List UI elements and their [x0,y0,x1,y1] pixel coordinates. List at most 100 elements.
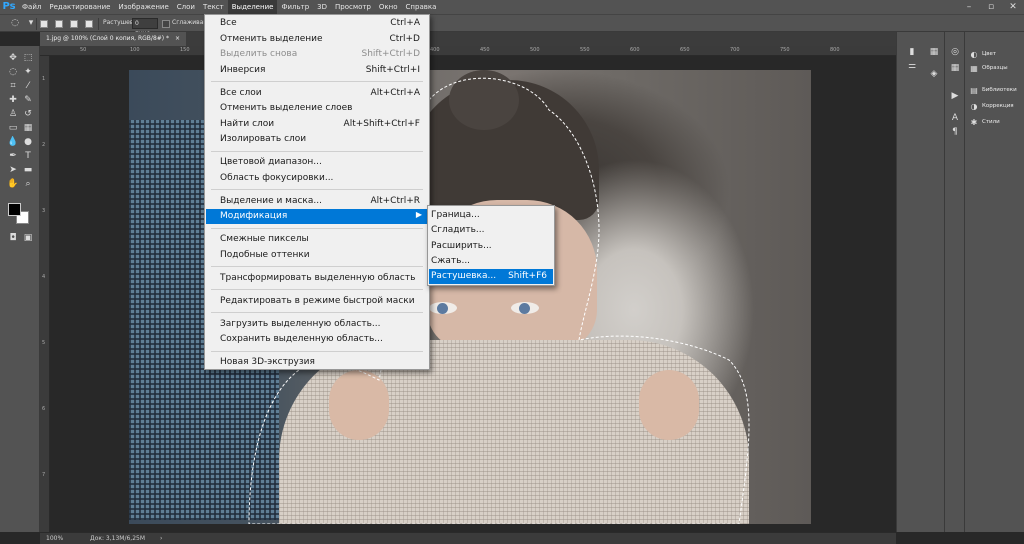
menu-option[interactable]: Отменить выделение слоев [206,101,428,116]
menu-option[interactable]: Изолировать слои [206,132,428,147]
screen-mode-icon[interactable]: ▣ [21,232,35,244]
submenu-option[interactable]: Растушевка... Shift+F6 [429,269,553,285]
submenu-option[interactable]: Сжать... [429,254,553,269]
ruler-horizontal[interactable]: 5010015020025030035040045050055060065070… [40,46,896,56]
ruler-tick-label: 5 [42,340,46,346]
submenu-option[interactable]: Расширить... [429,239,553,254]
magic-wand-tool-icon[interactable]: ✦ [21,66,35,78]
zoom-tool-icon[interactable]: ⌕ [21,178,35,190]
eyedropper-tool-icon[interactable]: ⁄ [21,80,35,92]
panel-item[interactable]: ✱ Стили [969,116,1000,128]
blur-tool-icon[interactable]: 💧 [6,136,20,148]
gradient-tool-icon[interactable]: ▦ [21,122,35,134]
panel-item[interactable]: ◑ Коррекция [969,100,1014,112]
menu-item[interactable]: Справка [402,0,441,14]
menu-separator [211,150,423,152]
adjustments-sliders-icon[interactable]: ⚌ [905,60,919,72]
select-menu-dropdown: Все Ctrl+A Отменить выделение Ctrl+D Выделит… [204,14,430,370]
feather-input[interactable]: 0 пикс. [132,18,158,37]
ruler-tick-label: 6 [42,406,46,412]
panel-item-label: Образцы [982,65,1008,71]
menu-option[interactable]: Все Ctrl+A [206,16,428,31]
menu-item[interactable]: Изображение [114,0,172,14]
document-tab[interactable]: 1.jpg @ 100% (Слой 0 копия, RGB/8#) * × [40,32,186,46]
menu-option[interactable]: Область фокусировки... [206,171,428,186]
right-iris [519,303,530,314]
zoom-level[interactable]: 100% [46,535,63,542]
grid-icon[interactable]: ▦ [948,62,962,74]
brush-tool-icon[interactable]: ✎ [21,94,35,106]
ruler-tick-label: 2 [42,142,46,148]
history-brush-tool-icon[interactable]: ↺ [21,108,35,120]
menu-item[interactable]: Окно [375,0,402,14]
menu-item[interactable]: Слои [173,0,199,14]
menu-option[interactable]: Смежные пикселы [206,232,428,247]
new-selection-icon[interactable] [40,20,48,28]
healing-brush-tool-icon[interactable]: ✚ [6,94,20,106]
menu-item[interactable]: Просмотр [331,0,375,14]
close-tab-icon[interactable]: × [175,35,180,42]
close-icon[interactable]: ✕ [1002,0,1024,14]
subtract-selection-icon[interactable] [70,20,78,28]
history-icon[interactable]: ▮ [905,46,919,58]
status-arrow-icon[interactable]: › [160,535,162,542]
quick-mask-icon[interactable]: ◘ [6,232,20,244]
swatches-grid-icon[interactable]: ▦ [927,46,941,58]
menu-option-shortcut: Alt+Ctrl+A [370,87,420,98]
pen-tool-icon[interactable]: ✒ [6,150,20,162]
menu-item[interactable]: Редактирование [45,0,114,14]
menu-option[interactable]: Трансформировать выделенную область [206,271,428,286]
lasso-tool-preset-icon[interactable]: ◌ [8,18,22,29]
foreground-color-swatch[interactable] [8,203,21,216]
color-wheel-icon[interactable]: ◎ [948,46,962,58]
menu-item[interactable]: Выделение [227,0,278,14]
menu-option[interactable]: Редактировать в режиме быстрой маски [206,294,428,309]
menu-option[interactable]: Модификация ▶ [206,209,428,224]
play-icon[interactable]: ▶ [948,90,962,102]
libraries-icon: ▤ [970,85,978,95]
layers-icon[interactable]: ◈ [927,68,941,80]
move-tool-icon[interactable]: ✥ [6,52,20,64]
marquee-tool-icon[interactable]: ⬚ [21,52,35,64]
menu-option[interactable]: Подобные оттенки [206,248,428,263]
shape-tool-icon[interactable]: ▬ [21,164,35,176]
menu-item[interactable]: Текст [199,0,228,14]
panel-item[interactable]: ▤ Библиотеки [969,84,1016,96]
menu-option[interactable]: Цветовой диапазон... [206,155,428,170]
lasso-tool-icon[interactable]: ◌ [6,66,20,78]
path-selection-tool-icon[interactable]: ➤ [6,164,20,176]
menu-option[interactable]: Инверсия Shift+Ctrl+I [206,63,428,78]
menu-option[interactable]: Сохранить выделенную область... [206,332,428,347]
ruler-vertical[interactable]: 1 2 3 4 5 6 7 [40,56,50,532]
menu-item[interactable]: Файл [18,0,45,14]
submenu-option-shortcut: Shift+F6 [508,271,547,282]
menu-item[interactable]: Фильтр [277,0,313,14]
minimize-icon[interactable]: – [958,0,980,14]
paragraph-icon[interactable]: ¶ [948,126,962,138]
submenu-option[interactable]: Сгладить... [429,223,553,238]
smoothing-checkbox[interactable] [162,20,170,28]
intersect-selection-icon[interactable] [85,20,93,28]
eraser-tool-icon[interactable]: ▭ [6,122,20,134]
character-icon[interactable]: A [948,112,962,124]
add-to-selection-icon[interactable] [55,20,63,28]
menu-option[interactable]: Новая 3D-экструзия [206,355,428,370]
menu-option[interactable]: Все слои Alt+Ctrl+A [206,86,428,101]
crop-tool-icon[interactable]: ⌗ [6,80,20,92]
panel-item[interactable]: ◐ Цвет [969,48,997,60]
ruler-tick-label: 650 [680,47,690,53]
clone-stamp-tool-icon[interactable]: ♙ [6,108,20,120]
submenu-option[interactable]: Граница... [429,208,553,223]
menu-option[interactable]: Загрузить выделенную область... [206,317,428,332]
menu-option[interactable]: Отменить выделение Ctrl+D [206,32,428,47]
hand-tool-icon[interactable]: ✋ [6,178,20,190]
dodge-tool-icon[interactable]: ● [21,136,35,148]
panel-item[interactable]: ▦ Образцы [969,62,1008,74]
maximize-icon[interactable]: ▫ [980,0,1002,14]
menu-item[interactable]: 3D [313,0,331,14]
type-tool-icon[interactable]: T [21,150,35,162]
ps-logo[interactable]: Ps [0,0,18,14]
menu-option-label: Выделение и маска... [220,195,322,206]
menu-option[interactable]: Найти слои Alt+Shift+Ctrl+F [206,117,428,132]
menu-option[interactable]: Выделение и маска... Alt+Ctrl+R [206,194,428,209]
